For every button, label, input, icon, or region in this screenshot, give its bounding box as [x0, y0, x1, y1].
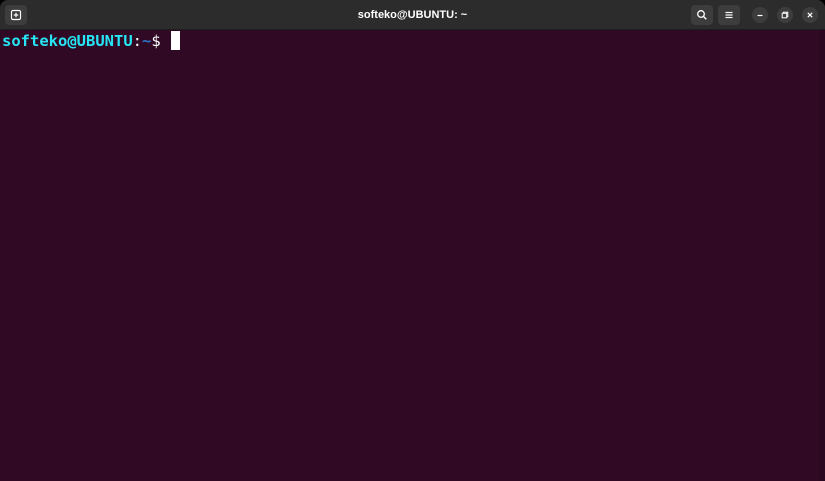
prompt-user-host: softeko@UBUNTU	[2, 32, 133, 50]
hamburger-menu-icon	[725, 11, 733, 19]
search-button[interactable]	[691, 5, 713, 25]
scrollbar[interactable]	[819, 30, 825, 481]
new-tab-button[interactable]	[5, 5, 27, 25]
prompt-separator: :	[132, 32, 142, 50]
text-cursor	[171, 31, 181, 50]
title-bar[interactable]: softeko@UBUNTU: ~	[0, 0, 825, 30]
minimize-icon	[757, 14, 763, 17]
menu-button[interactable]	[718, 5, 740, 25]
terminal-area[interactable]: softeko@UBUNTU:~$	[0, 30, 819, 481]
maximize-icon	[781, 11, 789, 19]
terminal-window: softeko@UBUNTU: ~ softeko@UBUNTU:~$	[0, 0, 825, 481]
prompt-path: ~	[142, 32, 152, 50]
prompt-sign: $	[151, 32, 171, 50]
search-icon	[697, 10, 707, 20]
close-button[interactable]	[802, 7, 818, 23]
new-tab-icon	[10, 9, 22, 21]
close-icon	[807, 12, 813, 18]
minimize-button[interactable]	[752, 7, 768, 23]
maximize-button[interactable]	[777, 7, 793, 23]
